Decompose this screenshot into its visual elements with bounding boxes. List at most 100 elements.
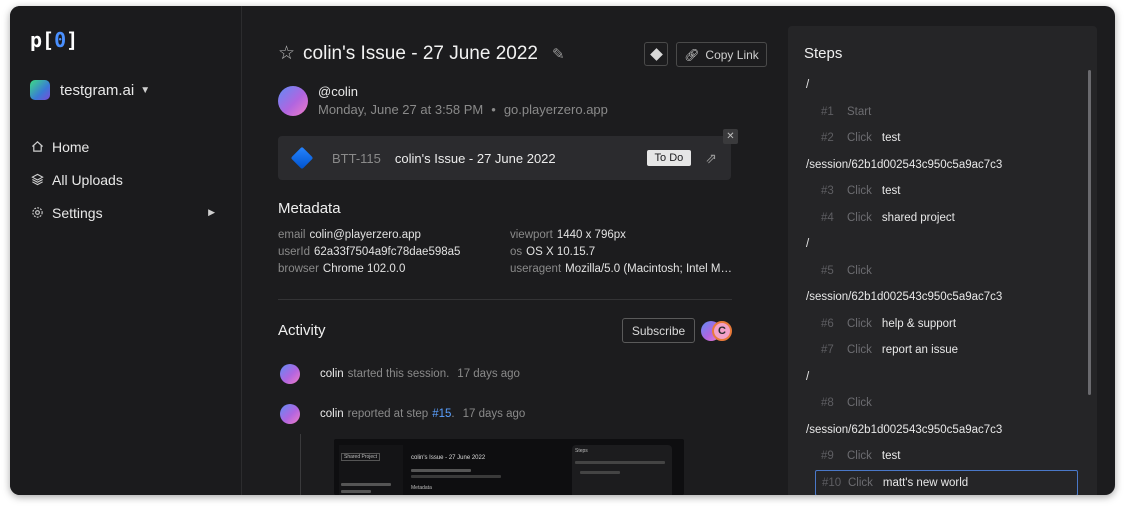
step-link[interactable]: #15	[432, 408, 451, 420]
activity-user: colin	[320, 368, 344, 380]
metadata-key: email	[278, 229, 306, 241]
activity-item: colin started this session. 17 days ago	[280, 364, 520, 384]
linked-ticket[interactable]: BTT-115 colin's Issue - 27 June 2022 To …	[278, 136, 731, 180]
sidebar: p [ 0 ] testgram.ai ▼ Home All Uploads S…	[10, 6, 242, 495]
sidebar-item-label: All Uploads	[52, 171, 123, 188]
sidebar-nav: Home All Uploads Settings ▶	[30, 130, 215, 229]
step-item[interactable]: #1 Start	[806, 99, 1082, 126]
step-path: /session/62b1d002543c950c5a9ac7c3	[806, 158, 1003, 171]
status-badge[interactable]: To Do	[646, 150, 692, 166]
step-item[interactable]: #7 Click report an issue	[806, 337, 1082, 364]
thumbnail-bar	[411, 469, 471, 472]
app-window: p [ 0 ] testgram.ai ▼ Home All Uploads S…	[10, 6, 1115, 495]
external-link-icon[interactable]: ⇗	[705, 150, 717, 167]
step-label: report an issue	[881, 344, 958, 357]
jira-icon	[649, 47, 663, 61]
copy-link-button[interactable]: 🔗︎ Copy Link	[676, 42, 767, 67]
org-avatar	[30, 80, 50, 100]
metadata-item: email colin@playerzero.app	[278, 229, 510, 241]
jira-button[interactable]	[644, 42, 668, 66]
thumbnail-steps: Steps	[572, 445, 672, 495]
step-item[interactable]: #2 Click test	[806, 125, 1082, 152]
issue-meta: Monday, June 27 at 3:58 PM • go.playerzero…	[318, 102, 608, 117]
issue-header: ☆ colin's Issue - 27 June 2022 ✎ 🔗︎ Copy…	[278, 42, 767, 67]
main-content: ☆ colin's Issue - 27 June 2022 ✎ 🔗︎ Copy…	[242, 6, 788, 495]
step-item[interactable]: #6 Click help & support	[806, 311, 1082, 338]
logo-bracket-close: ]	[66, 28, 79, 52]
step-label: help & support	[881, 317, 957, 330]
edit-icon[interactable]: ✎	[552, 45, 565, 63]
step-number: #9	[821, 450, 834, 463]
logo-p: p	[30, 28, 43, 52]
activity-text: started this session.	[347, 368, 450, 380]
step-action: Click	[847, 450, 872, 463]
activity-text: reported at step	[347, 408, 429, 420]
step-action: Click	[847, 132, 872, 145]
step-path: /	[806, 370, 810, 383]
step-number: #10	[822, 476, 842, 489]
avatar: C	[712, 321, 732, 341]
step-item[interactable]: #4 Click shared project	[806, 205, 1082, 232]
thumbnail-metadata: Metadata	[411, 485, 432, 491]
sidebar-item-all-uploads[interactable]: All Uploads	[30, 163, 215, 196]
step-label: test	[881, 185, 901, 198]
metadata-key: viewport	[510, 229, 553, 241]
step-number: #3	[821, 185, 834, 198]
subscribe-button[interactable]: Subscribe	[622, 318, 695, 343]
chevron-down-icon: ▼	[140, 84, 151, 96]
ticket-key: BTT-115	[332, 150, 381, 166]
step-label: shared project	[881, 211, 955, 224]
step-number: #1	[821, 105, 834, 118]
step-action: Click	[847, 264, 872, 277]
page-title: colin's Issue - 27 June 2022	[303, 42, 538, 64]
step-number: #2	[821, 132, 834, 145]
step-item[interactable]: #9 Click test	[806, 443, 1082, 470]
logo-zero: 0	[54, 28, 67, 52]
step-label: matt's new world	[882, 476, 969, 489]
scrollbar[interactable]	[1088, 70, 1091, 395]
metadata-item: viewport 1440 x 796px	[510, 229, 732, 241]
step-item-active[interactable]: #10 Click matt's new world	[815, 469, 1078, 495]
activity-time: 17 days ago	[462, 408, 526, 420]
separator-dot: •	[491, 102, 496, 117]
metadata-value: Chrome 102.0.0	[322, 263, 406, 275]
step-item[interactable]: #3 Click test	[806, 178, 1082, 205]
close-icon[interactable]: ✕	[723, 129, 738, 144]
thumbnail-shared-project: Shared Project	[341, 453, 381, 461]
thumbnail-title: colin's Issue - 27 June 2022	[411, 455, 486, 461]
metadata-key: userId	[278, 246, 310, 258]
sidebar-item-home[interactable]: Home	[30, 130, 215, 163]
metadata-item: useragent Mozilla/5.0 (Macintosh; Intel M…	[510, 263, 732, 275]
star-icon[interactable]: ☆	[278, 42, 295, 65]
activity-heading: Activity	[278, 322, 326, 339]
org-name: testgram.ai	[60, 81, 135, 99]
home-icon	[30, 140, 44, 153]
metadata-value: 1440 x 796px	[556, 229, 626, 241]
steps-panel: Steps / #1 Start #2 Click test/session/62b1d0…	[788, 26, 1097, 495]
author-handle: @colin	[318, 84, 358, 99]
step-action: Start	[847, 105, 872, 118]
thumbnail-sidebar: Shared Project	[339, 445, 403, 495]
avatar	[280, 404, 300, 424]
step-item[interactable]: #8 Click	[806, 390, 1082, 417]
ticket-title: colin's Issue - 27 June 2022	[394, 150, 556, 166]
metadata-grid: email colin@playerzero.app viewport 1440 x…	[278, 229, 732, 275]
period: .	[451, 408, 455, 420]
activity-time: 17 days ago	[457, 368, 520, 380]
step-label: test	[881, 450, 901, 463]
thumbnail-bar	[411, 475, 501, 478]
avatar	[278, 85, 308, 116]
app-logo[interactable]: p [ 0 ]	[30, 28, 78, 52]
screenshot-thumbnail[interactable]: Shared Project colin's Issue - 27 June 2…	[334, 439, 684, 495]
metadata-value: OS X 10.15.7	[526, 246, 596, 258]
logo-bracket-open: [	[42, 28, 55, 52]
step-item[interactable]: #5 Click	[806, 258, 1082, 285]
step-action: Click	[847, 317, 872, 330]
sidebar-item-settings[interactable]: Settings ▶	[30, 196, 215, 229]
avatar	[280, 364, 300, 384]
step-action: Click	[847, 211, 872, 224]
steps-list: / #1 Start #2 Click test/session/62b1d002543c…	[806, 72, 1082, 495]
step-label: test	[881, 132, 901, 145]
metadata-key: browser	[278, 263, 319, 275]
org-switcher[interactable]: testgram.ai ▼	[30, 80, 150, 100]
